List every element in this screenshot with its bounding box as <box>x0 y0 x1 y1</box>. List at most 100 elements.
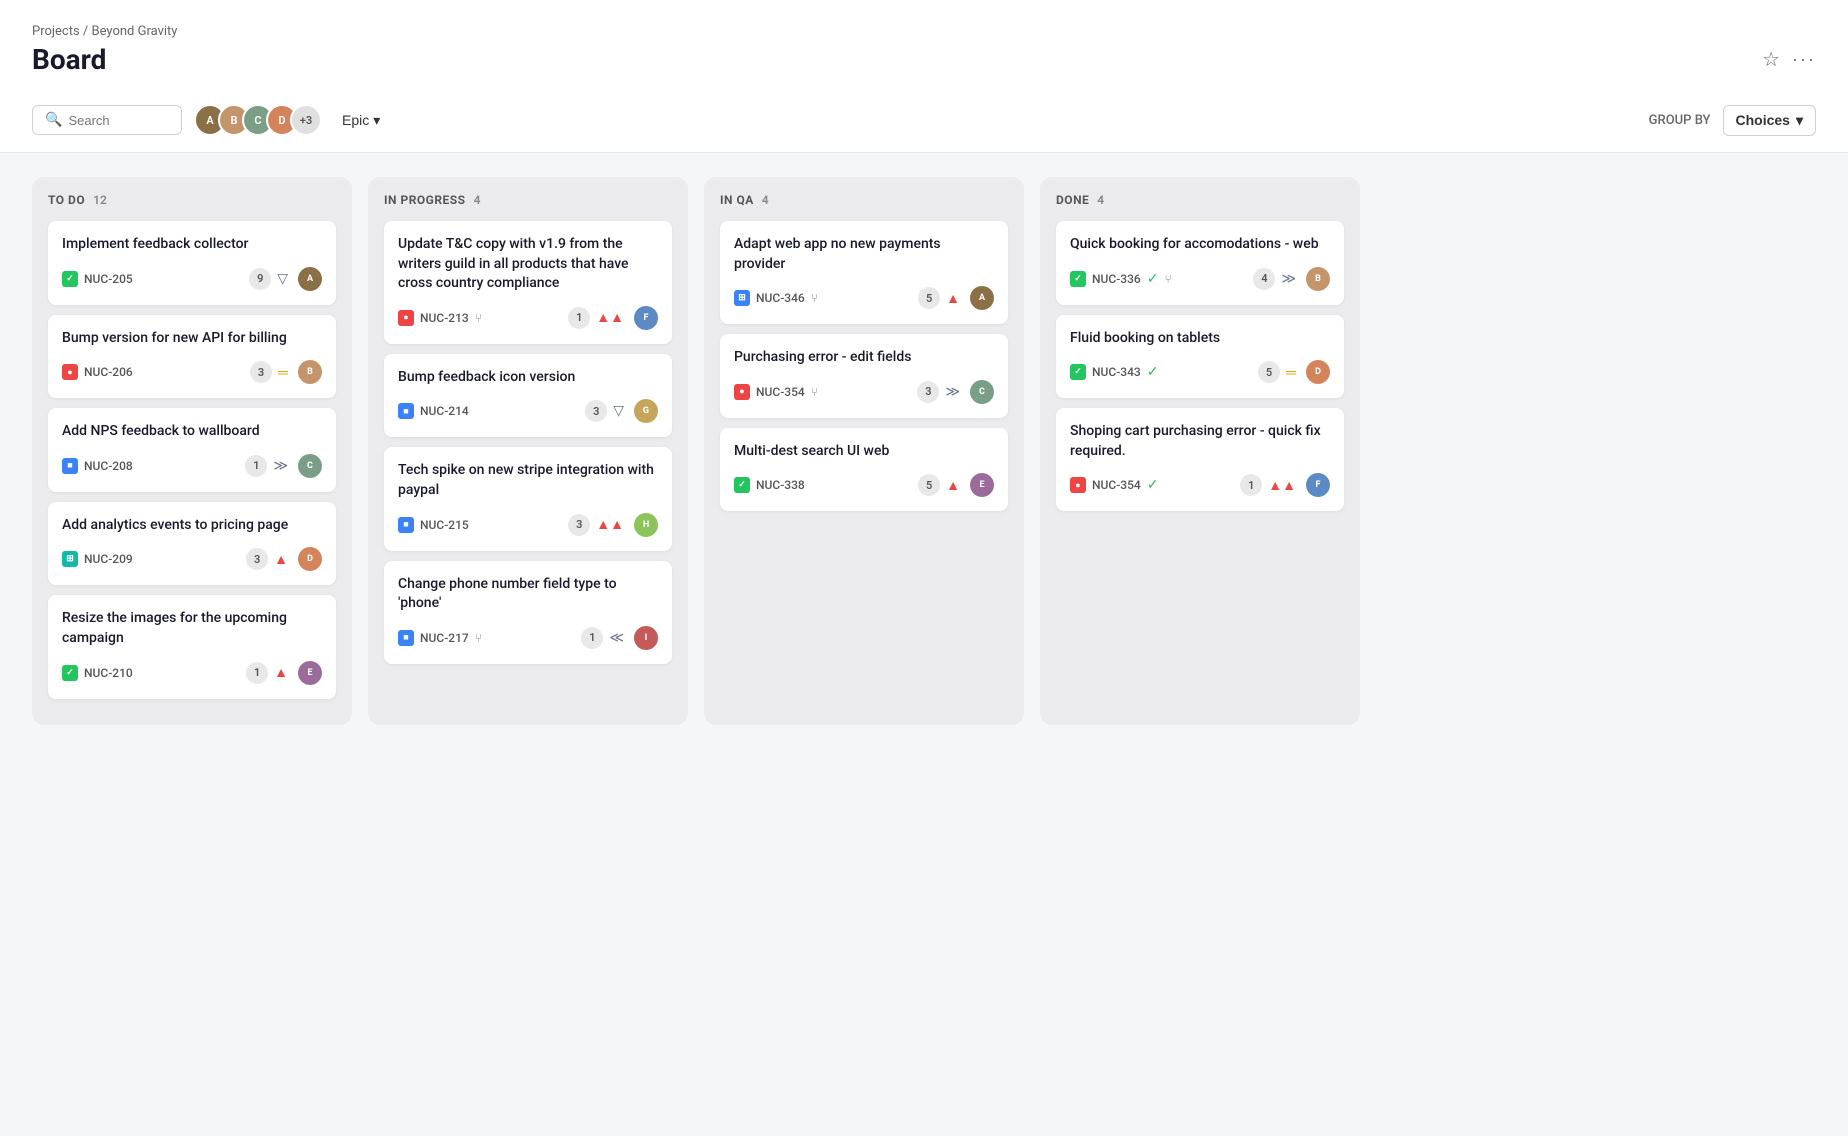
card-title: Implement feedback collector <box>62 235 322 255</box>
card-id: NUC-205 <box>84 272 133 286</box>
card-footer: ■ NUC-214 3 ▽ G <box>398 399 658 423</box>
card-badge-icon: ● <box>1070 477 1086 493</box>
card-footer: ● NUC-206 3 ═ B <box>62 360 322 384</box>
more-button[interactable]: ··· <box>1792 49 1816 70</box>
card-title: Resize the images for the upcoming campa… <box>62 609 322 648</box>
card-title: Fluid booking on tablets <box>1070 329 1330 349</box>
card-avatar: H <box>634 513 658 537</box>
star-button[interactable]: ☆ <box>1762 47 1780 72</box>
card[interactable]: Purchasing error - edit fields ● NUC-354… <box>720 334 1008 418</box>
card-id: NUC-343 <box>1092 365 1141 379</box>
card-badge-icon: ■ <box>398 630 414 646</box>
choices-button[interactable]: Choices ▾ <box>1723 105 1817 136</box>
card[interactable]: Add analytics events to pricing page ⊞ N… <box>48 502 336 586</box>
card-id: NUC-346 <box>756 291 805 305</box>
priority-icon: ▲▲ <box>1268 477 1296 494</box>
card-footer: ⊞ NUC-346 ⑂ 5 ▲ A <box>734 286 994 310</box>
card[interactable]: Multi-dest search UI web ✓ NUC-338 5 ▲ E <box>720 428 1008 512</box>
card-avatar: F <box>634 306 658 330</box>
card-footer: ● NUC-354 ✓ 1 ▲▲ F <box>1070 473 1330 497</box>
card[interactable]: Fluid booking on tablets ✓ NUC-343 ✓ 5 ═… <box>1056 315 1344 399</box>
check-icon: ✓ <box>1147 271 1159 287</box>
card[interactable]: Bump version for new API for billing ● N… <box>48 315 336 399</box>
column-title: IN PROGRESS <box>384 193 466 207</box>
card-id: NUC-206 <box>84 365 133 379</box>
epic-filter-button[interactable]: Epic ▾ <box>334 106 388 135</box>
card-footer: ■ NUC-208 1 ≫ C <box>62 454 322 478</box>
priority-icon: ═ <box>278 364 288 381</box>
card-count: 1 <box>1240 474 1262 496</box>
column-done: DONE 4 Quick booking for accomodations -… <box>1040 177 1360 725</box>
check-icon: ✓ <box>1147 364 1159 380</box>
card-footer: ⊞ NUC-209 3 ▲ D <box>62 547 322 571</box>
card-title: Update T&C copy with v1.9 from the write… <box>398 235 658 294</box>
column-title: TO DO <box>48 193 85 207</box>
card-footer: ✓ NUC-343 ✓ 5 ═ D <box>1070 360 1330 384</box>
card-id: NUC-354 <box>1092 478 1141 492</box>
priority-icon: ▽ <box>277 271 288 287</box>
card-badge-icon: ✓ <box>62 271 78 287</box>
card-title: Bump feedback icon version <box>398 368 658 388</box>
card-avatar: I <box>634 626 658 650</box>
card[interactable]: Adapt web app no new payments provider ⊞… <box>720 221 1008 324</box>
breadcrumb: Projects / Beyond Gravity <box>32 24 1816 39</box>
column-count: 12 <box>93 193 107 207</box>
card-badge-icon: ⊞ <box>734 290 750 306</box>
priority-icon: ▲ <box>274 664 288 681</box>
card-title: Shoping cart purchasing error - quick fi… <box>1070 422 1330 461</box>
column-header: DONE 4 <box>1056 193 1344 207</box>
card[interactable]: Resize the images for the upcoming campa… <box>48 595 336 698</box>
card-count: 1 <box>246 662 268 684</box>
card-title: Tech spike on new stripe integration wit… <box>398 461 658 500</box>
column-header: TO DO 12 <box>48 193 336 207</box>
check-icon: ✓ <box>1147 477 1159 493</box>
card-count: 4 <box>1253 268 1275 290</box>
card-avatar: B <box>298 360 322 384</box>
column-inprogress: IN PROGRESS 4 Update T&C copy with v1.9 … <box>368 177 688 725</box>
toolbar: 🔍 A B C D +3 Epic ▾ GROUP BY Choices ▾ <box>0 88 1848 153</box>
priority-icon: ≫ <box>273 458 288 474</box>
branch-icon: ⑂ <box>1164 272 1171 286</box>
card-badge-icon: ● <box>62 364 78 380</box>
card[interactable]: Quick booking for accomodations - web ✓ … <box>1056 221 1344 305</box>
card-badge-icon: ✓ <box>1070 364 1086 380</box>
card[interactable]: Add NPS feedback to wallboard ■ NUC-208 … <box>48 408 336 492</box>
card[interactable]: Shoping cart purchasing error - quick fi… <box>1056 408 1344 511</box>
priority-icon: ▲▲ <box>596 309 624 326</box>
card-title: Add NPS feedback to wallboard <box>62 422 322 442</box>
card[interactable]: Bump feedback icon version ■ NUC-214 3 ▽… <box>384 354 672 438</box>
card-count: 3 <box>917 381 939 403</box>
search-input[interactable] <box>68 113 169 128</box>
branch-icon: ⑂ <box>475 631 482 645</box>
card-id: NUC-215 <box>420 518 469 532</box>
card-footer: ✓ NUC-210 1 ▲ E <box>62 661 322 685</box>
avatar-group: A B C D +3 <box>194 104 322 136</box>
column-count: 4 <box>762 193 769 207</box>
branch-icon: ⑂ <box>475 311 482 325</box>
card-avatar: E <box>970 473 994 497</box>
card-count: 1 <box>581 627 603 649</box>
priority-icon: ≪ <box>609 630 624 646</box>
card-avatar: B <box>1306 267 1330 291</box>
search-icon: 🔍 <box>45 112 62 128</box>
card-id: NUC-213 <box>420 311 469 325</box>
priority-icon: ▲ <box>946 290 960 307</box>
avatar-count[interactable]: +3 <box>290 104 322 136</box>
card-avatar: A <box>298 267 322 291</box>
card-id: NUC-336 <box>1092 272 1141 286</box>
card-id: NUC-354 <box>756 385 805 399</box>
card-footer: ✓ NUC-336 ✓ ⑂ 4 ≫ B <box>1070 267 1330 291</box>
branch-icon: ⑂ <box>811 385 818 399</box>
card-footer: ● NUC-354 ⑂ 3 ≫ C <box>734 380 994 404</box>
card[interactable]: Change phone number field type to 'phone… <box>384 561 672 664</box>
card[interactable]: Implement feedback collector ✓ NUC-205 9… <box>48 221 336 305</box>
card-count: 3 <box>568 514 590 536</box>
priority-icon: ▽ <box>613 403 624 419</box>
priority-icon: ═ <box>1286 364 1296 381</box>
card[interactable]: Update T&C copy with v1.9 from the write… <box>384 221 672 344</box>
card-id: NUC-338 <box>756 478 805 492</box>
card-footer: ■ NUC-215 3 ▲▲ H <box>398 513 658 537</box>
card-badge-icon: ■ <box>398 517 414 533</box>
card[interactable]: Tech spike on new stripe integration wit… <box>384 447 672 550</box>
card-badge-icon: ⊞ <box>62 551 78 567</box>
